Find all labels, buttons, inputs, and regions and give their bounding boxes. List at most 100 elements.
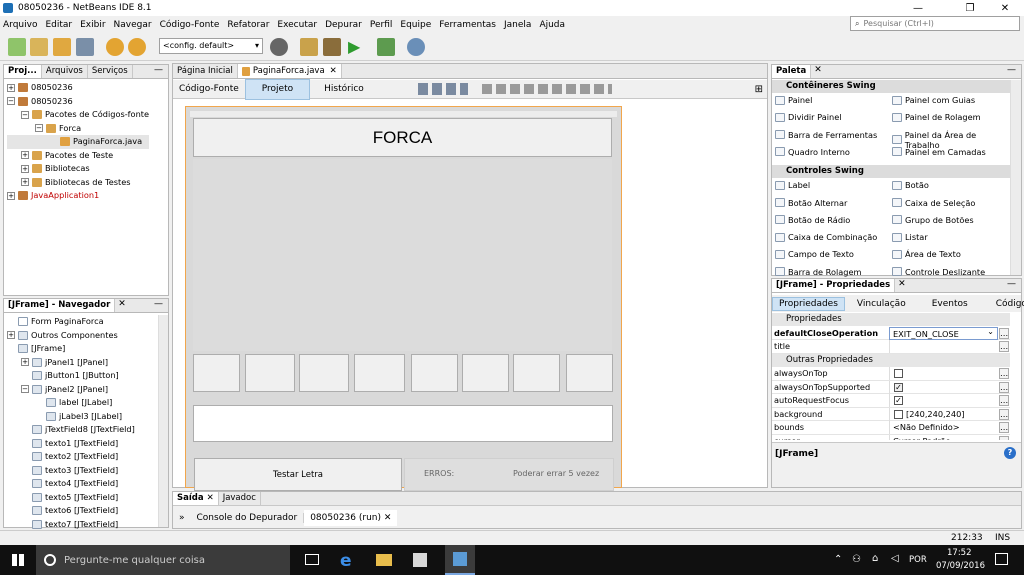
profile-icon[interactable] [407,38,425,56]
jframe-form[interactable]: FORCA Testar Letra ERROS: Poderar errar … [185,106,622,491]
property-section-header[interactable]: Propriedades [772,313,1010,326]
menu-equipe[interactable]: Equipe [400,20,431,30]
tree-item[interactable]: +08050236 [7,81,149,95]
file-explorer-icon[interactable] [376,554,392,566]
menu-ajuda[interactable]: Ajuda [539,20,565,30]
property-value-cell[interactable] [889,367,998,380]
tree-item[interactable]: − 08050236 [7,95,149,109]
undo-icon[interactable] [106,38,124,56]
menu-exibir[interactable]: Exibir [80,20,105,30]
property-row[interactable]: autoRequestFocus ✓… [772,394,1010,408]
navigator-item[interactable]: +texto5 [JTextField] [7,491,135,505]
open-project-icon[interactable] [53,38,71,56]
navigator-item[interactable]: +texto6 [JTextField] [7,504,135,518]
property-row[interactable]: defaultCloseOperation EXIT_ON_CLOSE ⌄… [772,326,1010,340]
palette-item[interactable]: Grupo de Botões [892,215,974,225]
search-input[interactable]: ⌕ Pesquisar (Ctrl+I) [850,16,1020,31]
expand-toggle-icon[interactable]: + [21,164,29,173]
property-value-cell[interactable]: EXIT_ON_CLOSE ⌄ [889,326,998,340]
tree-item[interactable]: −PaginaForca.java [7,135,150,149]
tree-item[interactable]: − Forca [7,122,149,136]
help-icon[interactable]: ? [1004,447,1016,459]
new-project-icon[interactable] [30,38,48,56]
menu-codigo-fonte[interactable]: Código-Fonte [160,20,220,30]
navigator-item[interactable]: +texto4 [JTextField] [7,477,135,491]
close-properties-icon[interactable]: ✕ [898,279,906,292]
build-hammer-icon[interactable] [300,38,318,56]
people-icon[interactable]: ⚇ [852,554,861,565]
property-row[interactable]: bounds <Não Definido>… [772,421,1010,435]
property-row[interactable]: alwaysOnTopSupported ✓… [772,380,1010,394]
property-value-cell[interactable]: [240,240,240] [889,407,998,421]
store-icon[interactable] [413,553,427,567]
tab-vinculacao[interactable]: Vinculação [845,299,918,309]
tab-pagina-inicial[interactable]: Página Inicial [173,64,238,78]
palette-section-header[interactable]: Controles Swing [772,165,1010,179]
property-row[interactable]: alwaysOnTop… [772,367,1010,381]
palette-item[interactable]: Campo de Texto [775,249,854,259]
minimize-panel-icon[interactable]: — [154,299,163,309]
property-value-cell[interactable]: ✓ [889,380,998,394]
palette-item[interactable]: Quadro Interno [775,147,850,157]
close-tab-icon[interactable]: ✕ [207,493,214,503]
expand-toggle-icon[interactable]: + [7,331,15,340]
palette-item[interactable]: Painel com Guias [892,95,975,105]
palette-item[interactable]: Painel [775,95,812,105]
ellipsis-button[interactable]: … [999,395,1009,406]
jlabel-forca-title[interactable]: FORCA [193,118,612,157]
tree-item[interactable]: + Pacotes de Teste [7,149,149,163]
tab-projeto[interactable]: Projeto [244,78,311,100]
language-indicator[interactable]: POR [909,555,927,565]
navigator-item[interactable]: +jButton1 [JButton] [7,369,135,383]
tab-projetos[interactable]: Proj... [4,65,42,78]
tab-console-depurador[interactable]: Console do Depurador [191,513,305,523]
checkbox[interactable] [894,409,903,419]
tab-propriedades[interactable]: Propriedades [772,296,845,311]
tray-arrow-icon[interactable]: ⌃ [834,554,842,565]
palette-item[interactable]: Barra de Ferramentas [775,130,877,140]
texto6-field[interactable] [462,354,509,392]
palette-section-header[interactable]: Contêineres Swing [772,80,1010,93]
clock-time[interactable]: 17:52 [947,548,972,558]
menu-refatorar[interactable]: Refatorar [227,20,269,30]
navigator-item[interactable]: +texto7 [JTextField] [7,518,135,532]
close-navigator-icon[interactable]: ✕ [118,299,126,312]
texto2-field[interactable] [245,354,295,392]
expand-toggle-icon[interactable]: − [35,124,43,133]
palette-item[interactable]: Listar [892,232,928,242]
palette-item[interactable]: Label [775,180,810,190]
expand-toggle-icon[interactable]: + [21,151,29,160]
notifications-icon[interactable] [995,553,1008,565]
new-file-icon[interactable] [8,38,26,56]
texto1-field[interactable] [193,354,240,392]
expand-toggle-icon[interactable]: + [21,178,29,187]
task-view-icon[interactable] [305,554,319,565]
expand-toggle-icon[interactable]: + [21,358,29,367]
globe-icon[interactable] [270,38,288,56]
tab-javadoc[interactable]: Javadoc [219,492,261,505]
menu-navegar[interactable]: Navegar [114,20,152,30]
expand-toggle-icon[interactable]: − [21,110,29,119]
texto8-field[interactable] [566,354,613,392]
palette-item[interactable]: Botão de Rádio [775,215,850,225]
minimize-panel-icon[interactable]: — [154,65,163,75]
design-tools-icon[interactable] [417,83,468,95]
ellipsis-button[interactable]: … [999,408,1009,420]
tab-run[interactable]: 08050236 (run) ✕ [304,510,398,526]
palette-item[interactable]: Dividir Painel [775,112,842,122]
jpanel1[interactable] [193,159,612,351]
clock-date[interactable]: 07/09/2016 [936,561,985,571]
menu-janela[interactable]: Janela [504,20,531,30]
tab-arquivos[interactable]: Arquivos [42,65,88,78]
menu-perfil[interactable]: Perfil [370,20,393,30]
ellipsis-button[interactable]: … [999,341,1009,352]
ellipsis-button[interactable]: … [999,327,1009,339]
menu-depurar[interactable]: Depurar [325,20,362,30]
tab-codigo-fonte[interactable]: Código-Fonte [173,84,245,94]
minimize-button[interactable]: — [903,0,933,16]
edge-icon[interactable]: e [340,551,352,571]
align-tools-icon[interactable] [481,84,612,94]
cortana-search[interactable]: Pergunte-me qualquer coisa [36,545,290,575]
navigator-item[interactable]: +texto3 [JTextField] [7,464,135,478]
texto7-field[interactable] [513,354,560,392]
